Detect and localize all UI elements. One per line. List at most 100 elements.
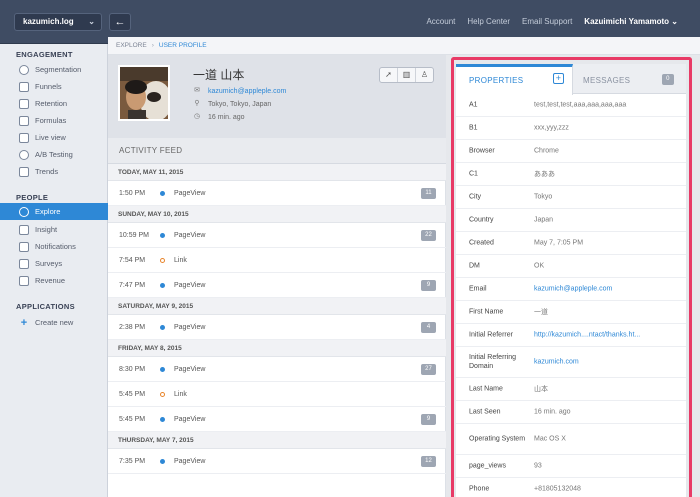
chevron-right-icon: › <box>151 42 154 49</box>
sidebar-item-label: Live view <box>35 133 66 142</box>
flask-icon <box>19 149 29 160</box>
feed-event[interactable]: 7:35 PM PageView 12 <box>108 449 446 474</box>
event-dot-icon <box>160 367 165 372</box>
app-selector-label: kazumich.log <box>23 17 74 26</box>
help-center-link[interactable]: Help Center <box>467 17 510 26</box>
profile-name: 一道 山本 <box>193 68 245 82</box>
sidebar-item-funnels[interactable]: Funnels <box>0 78 108 95</box>
sidebar-item-segmentation[interactable]: Segmentation <box>0 61 108 78</box>
sidebar-item-explore[interactable]: Explore <box>0 203 108 220</box>
sidebar-item-label: Notifications <box>35 242 76 251</box>
user-settings-icon[interactable]: ♙ <box>416 68 433 82</box>
event-dot-icon <box>160 417 165 422</box>
activity-feed-heading: ACTIVITY FEED <box>108 138 446 164</box>
profile-email-row: ✉ kazumich@appleple.com <box>193 87 286 95</box>
back-button[interactable]: ← <box>109 13 131 31</box>
sidebar-item-label: Surveys <box>35 259 63 268</box>
chevron-down-icon: ⌄ <box>671 17 678 26</box>
breadcrumb-explore[interactable]: EXPLORE <box>116 42 147 49</box>
event-time: 2:38 PM <box>119 324 146 331</box>
sidebar-item-ab-testing[interactable]: A/B Testing <box>0 146 108 163</box>
sidebar-item-label: Explore <box>35 207 61 216</box>
event-link-icon <box>160 258 165 263</box>
clock-icon: ◷ <box>193 113 201 120</box>
event-count-badge: 9 <box>421 280 436 291</box>
sidebar-item-notifications[interactable]: Notifications <box>0 238 108 255</box>
sidebar-item-label: Revenue <box>35 276 66 285</box>
email-support-link[interactable]: Email Support <box>522 17 572 26</box>
feed-event[interactable]: 10:59 PM PageView 22 <box>108 223 446 248</box>
event-dot-icon <box>160 283 165 288</box>
feed-event[interactable]: 1:50 PM PageView 11 <box>108 181 446 206</box>
event-name: PageView <box>174 458 206 465</box>
sidebar-heading-applications: APPLICATIONS <box>16 302 75 311</box>
sidebar-item-label: Insight <box>35 225 58 234</box>
account-link[interactable]: Account <box>426 17 455 26</box>
sidebar-item-label: Funnels <box>35 82 62 91</box>
user-menu[interactable]: Kazuimichi Yamamoto ⌄ <box>584 17 678 26</box>
sidebar-item-insight[interactable]: Insight <box>0 221 108 238</box>
pie-icon <box>19 64 29 75</box>
main-panel: 一道 山本 ✉ kazumich@appleple.com ⚲ Tokyo, Tok… <box>108 55 446 497</box>
sidebar-item-label: Segmentation <box>35 65 82 74</box>
feed-date: SUNDAY, MAY 10, 2015 <box>108 206 446 223</box>
sidebar-item-label: Retention <box>35 99 68 108</box>
feed-event[interactable]: 7:54 PM Link <box>108 248 446 273</box>
event-name: Link <box>174 391 187 398</box>
feed-event[interactable]: 2:38 PM PageView 4 <box>108 315 446 340</box>
event-count-badge: 22 <box>421 230 436 241</box>
feed-date: FRIDAY, MAY 8, 2015 <box>108 340 446 357</box>
sidebar-item-surveys[interactable]: Surveys <box>0 255 108 272</box>
feed-date: TODAY, MAY 11, 2015 <box>108 164 446 181</box>
plus-icon: + <box>20 316 28 329</box>
feed-date: THURSDAY, MAY 7, 2015 <box>108 432 446 449</box>
event-dot-icon <box>160 191 165 196</box>
arrow-left-icon: ← <box>114 16 126 28</box>
event-name: PageView <box>174 190 206 197</box>
grid-icon <box>19 98 29 109</box>
event-count-badge: 9 <box>421 414 436 425</box>
app-selector[interactable]: kazumich.log ⌄ <box>14 13 102 31</box>
sidebar-item-formulas[interactable]: Formulas <box>0 112 108 129</box>
sidebar-item-label: A/B Testing <box>35 150 73 159</box>
sidebar-item-revenue[interactable]: Revenue <box>0 272 108 289</box>
sidebar-item-create-new[interactable]: + Create new <box>0 314 108 331</box>
sidebar-item-retention[interactable]: Retention <box>0 95 108 112</box>
avatar <box>118 65 170 121</box>
chart-icon <box>19 224 29 235</box>
formula-icon <box>19 115 29 126</box>
feed-event[interactable]: 7:47 PM PageView 9 <box>108 273 446 298</box>
event-count-badge: 11 <box>421 188 436 199</box>
event-name: PageView <box>174 416 206 423</box>
event-time: 10:59 PM <box>119 232 149 239</box>
sidebar-heading-engagement: ENGAGEMENT <box>16 50 73 59</box>
event-count-badge: 4 <box>421 322 436 333</box>
event-dot-icon <box>160 233 165 238</box>
sidebar-heading-people: PEOPLE <box>16 193 49 202</box>
event-dot-icon <box>160 459 165 464</box>
event-count-badge: 27 <box>421 364 436 375</box>
profile-header: 一道 山本 ✉ kazumich@appleple.com ⚲ Tokyo, Tok… <box>108 55 446 138</box>
feed-date: SATURDAY, MAY 9, 2015 <box>108 298 446 315</box>
feed-event[interactable]: 5:45 PM PageView 9 <box>108 407 446 432</box>
location-pin-icon: ⚲ <box>194 100 200 107</box>
event-link-icon <box>160 392 165 397</box>
sidebar-item-live-view[interactable]: Live view <box>0 129 108 146</box>
envelope-icon <box>19 241 29 252</box>
sidebar-item-trends[interactable]: Trends <box>0 163 108 180</box>
trash-icon[interactable]: ▥ <box>398 68 416 82</box>
feed-event[interactable]: 8:30 PM PageView 27 <box>108 357 446 382</box>
event-time: 8:30 PM <box>119 366 146 373</box>
feed-event[interactable]: 5:45 PM Link <box>108 382 446 407</box>
pointer-icon[interactable]: ➚ <box>380 68 398 82</box>
user-name: Kazuimichi Yamamoto <box>584 17 670 26</box>
event-name: PageView <box>174 232 206 239</box>
event-time: 5:45 PM <box>119 416 146 423</box>
profile-last-seen-row: ◷ 16 min. ago <box>193 113 245 121</box>
breadcrumb-current: USER PROFILE <box>158 42 207 49</box>
profile-location: Tokyo, Tokyo, Japan <box>208 100 272 108</box>
profile-last-seen: 16 min. ago <box>208 113 245 121</box>
profile-email[interactable]: kazumich@appleple.com <box>208 88 286 95</box>
event-time: 7:47 PM <box>119 282 146 289</box>
sidebar-item-label: Formulas <box>35 116 67 125</box>
